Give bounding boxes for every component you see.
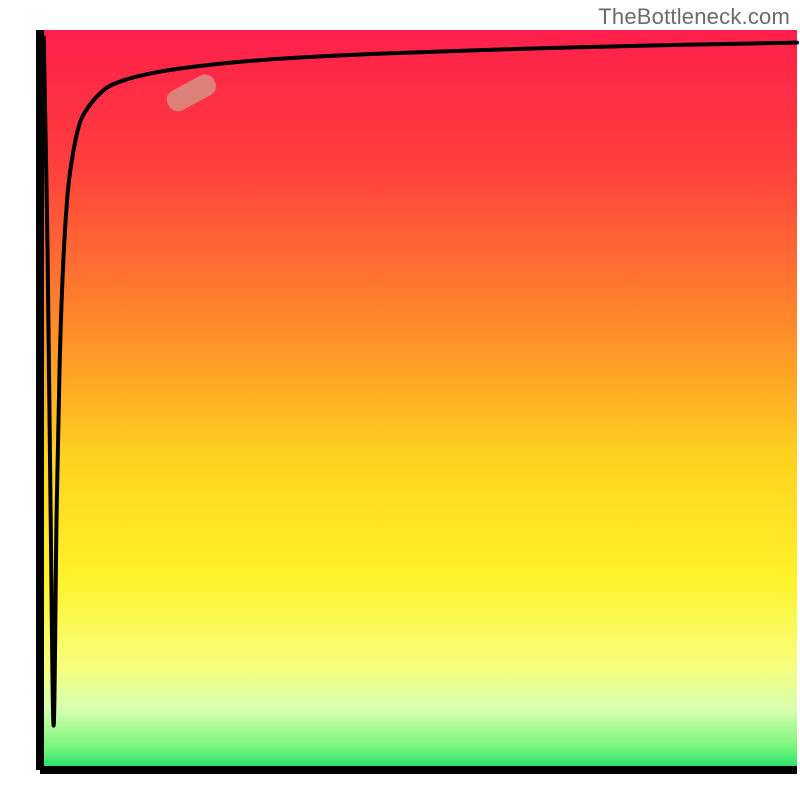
chart-svg <box>0 0 800 800</box>
chart-stage: TheBottleneck.com <box>0 0 800 800</box>
plot-area <box>40 30 797 770</box>
gradient-background <box>41 30 797 768</box>
watermark-text: TheBottleneck.com <box>598 4 790 30</box>
